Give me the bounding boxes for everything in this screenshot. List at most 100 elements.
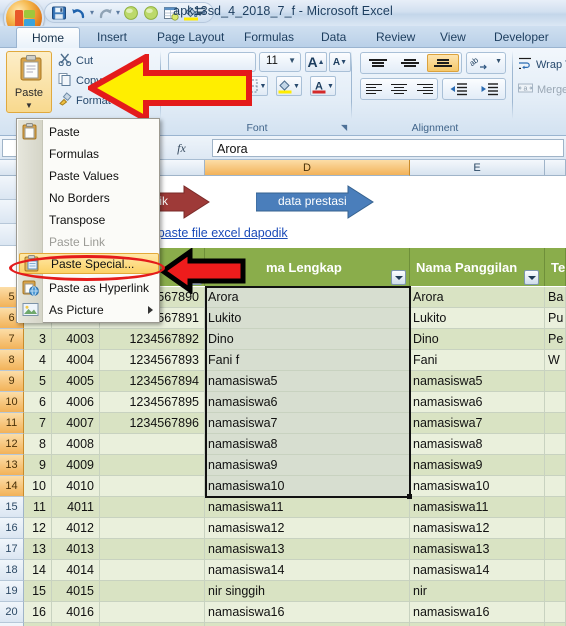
menu-item-paste-as-hyperlink[interactable]: Paste as Hyperlink (18, 277, 160, 298)
cell-nama-lengkap-6[interactable]: Lukito (205, 308, 410, 329)
cell-nisn-13[interactable] (100, 455, 205, 476)
orientation-dropdown-icon[interactable]: ▼ (495, 58, 502, 65)
row-header-19[interactable]: 19 (0, 581, 24, 602)
cell-nama-panggilan-12[interactable]: namasiswa8 (410, 434, 545, 455)
cell-no-13[interactable]: 9 (24, 455, 52, 476)
increase-indent-button[interactable] (475, 80, 505, 98)
cell-no-15[interactable]: 11 (24, 497, 52, 518)
cell-nisn-12[interactable] (100, 434, 205, 455)
cell-tempat-10[interactable] (545, 392, 566, 413)
cell-tempat-19[interactable] (545, 581, 566, 602)
table-header-tempat[interactable]: Te (545, 248, 566, 286)
cell-nama-lengkap-12[interactable]: namasiswa8 (205, 434, 410, 455)
top-align-button[interactable] (363, 54, 393, 72)
cell-no-18[interactable]: 14 (24, 560, 52, 581)
menu-item-paste[interactable]: Paste (18, 121, 160, 142)
cell-nama-lengkap-13[interactable]: namasiswa9 (205, 455, 410, 476)
merge-center-command[interactable]: a Merge & Ce (518, 82, 566, 98)
cell-nisn-16[interactable] (100, 518, 205, 539)
font-dialog-launcher[interactable]: ◥ (341, 123, 347, 132)
row-header-7[interactable]: 7 (0, 329, 24, 350)
cell-nisn-15[interactable] (100, 497, 205, 518)
row-header-13[interactable]: 13 (0, 455, 24, 476)
row-header-20[interactable]: 20 (0, 602, 24, 623)
wrap-text-command[interactable]: Wrap Text (518, 56, 566, 73)
row-header-17[interactable]: 17 (0, 539, 24, 560)
cell-tempat-20[interactable] (545, 602, 566, 623)
font-size-dropdown-icon[interactable]: ▼ (288, 56, 296, 65)
cell-nisn-8[interactable]: 1234567893 (100, 350, 205, 371)
menu-item-transpose[interactable]: Transpose (18, 209, 160, 230)
cell-nama-panggilan-20[interactable]: namasiswa16 (410, 602, 545, 623)
cell-tempat-13[interactable] (545, 455, 566, 476)
cell-nisn-14[interactable] (100, 476, 205, 497)
row-header-11[interactable]: 11 (0, 413, 24, 434)
cell-nama-lengkap-16[interactable]: namasiswa12 (205, 518, 410, 539)
cell-nisn-18[interactable] (100, 560, 205, 581)
tab-page-layout[interactable]: Page Layout (148, 27, 233, 48)
cell-tempat-12[interactable] (545, 434, 566, 455)
cell-nama-panggilan-14[interactable]: namasiswa10 (410, 476, 545, 497)
cell-nama-panggilan-5[interactable]: Arora (410, 287, 545, 308)
row-header-12[interactable]: 12 (0, 434, 24, 455)
cell-nis-13[interactable]: 4009 (52, 455, 100, 476)
cell-nama-panggilan-7[interactable]: Dino (410, 329, 545, 350)
cell-nis-15[interactable]: 4011 (52, 497, 100, 518)
cell-no-17[interactable]: 13 (24, 539, 52, 560)
align-center-button[interactable] (387, 80, 411, 98)
cell-no-9[interactable]: 5 (24, 371, 52, 392)
menu-item-formulas[interactable]: Formulas (18, 143, 160, 164)
cell-no-19[interactable]: 15 (24, 581, 52, 602)
cell-nama-lengkap-8[interactable]: Fani f (205, 350, 410, 371)
paste-dropdown-menu[interactable]: Paste Formulas Paste Values No Borders T… (16, 118, 160, 323)
cell-nisn-19[interactable] (100, 581, 205, 602)
tab-view[interactable]: View (431, 27, 475, 48)
menu-item-as-picture[interactable]: As Picture (18, 299, 160, 320)
cell-nama-panggilan-13[interactable]: namasiswa9 (410, 455, 545, 476)
fill-color-button[interactable]: ▼ (276, 76, 302, 96)
cell-tempat-6[interactable]: Pu (545, 308, 566, 329)
decrease-indent-button[interactable] (444, 80, 474, 98)
align-right-button[interactable] (413, 80, 437, 98)
cell-nis-12[interactable]: 4008 (52, 434, 100, 455)
cell-nama-lengkap-19[interactable]: nir singgih (205, 581, 410, 602)
cell-no-8[interactable]: 4 (24, 350, 52, 371)
column-header-e[interactable]: E (410, 160, 545, 176)
cell-no-14[interactable]: 10 (24, 476, 52, 497)
cell-nama-panggilan-11[interactable]: namasiswa7 (410, 413, 545, 434)
cell-nisn-17[interactable] (100, 539, 205, 560)
tab-home[interactable]: Home (16, 27, 80, 48)
cell-nama-lengkap-9[interactable]: namasiswa5 (205, 371, 410, 392)
row-header-14[interactable]: 14 (0, 476, 24, 497)
cell-tempat-14[interactable] (545, 476, 566, 497)
cell-nama-panggilan-19[interactable]: nir (410, 581, 545, 602)
row-header-16[interactable]: 16 (0, 518, 24, 539)
cell-nis-10[interactable]: 4006 (52, 392, 100, 413)
cell-no-12[interactable]: 8 (24, 434, 52, 455)
cell-nis-20[interactable]: 4016 (52, 602, 100, 623)
cell-no-10[interactable]: 6 (24, 392, 52, 413)
cell-tempat-16[interactable] (545, 518, 566, 539)
cell-no-16[interactable]: 12 (24, 518, 52, 539)
cell-no-11[interactable]: 7 (24, 413, 52, 434)
cell-tempat-5[interactable]: Ba (545, 287, 566, 308)
cell-nama-lengkap-17[interactable]: namasiswa13 (205, 539, 410, 560)
row-header-15[interactable]: 15 (0, 497, 24, 518)
cell-nisn-7[interactable]: 1234567892 (100, 329, 205, 350)
cell-nisn-11[interactable]: 1234567896 (100, 413, 205, 434)
cell-nama-lengkap-14[interactable]: namasiswa10 (205, 476, 410, 497)
cell-nis-17[interactable]: 4013 (52, 539, 100, 560)
cell-tempat-9[interactable] (545, 371, 566, 392)
formula-input[interactable]: Arora (212, 139, 564, 157)
cell-nis-11[interactable]: 4007 (52, 413, 100, 434)
cell-nisn-10[interactable]: 1234567895 (100, 392, 205, 413)
cell-nama-panggilan-8[interactable]: Fani (410, 350, 545, 371)
cell-tempat-11[interactable] (545, 413, 566, 434)
font-size-box[interactable]: 11 ▼ (259, 52, 301, 72)
cell-nis-9[interactable]: 4005 (52, 371, 100, 392)
row-header-18[interactable]: 18 (0, 560, 24, 581)
cell-nama-lengkap-18[interactable]: namasiswa14 (205, 560, 410, 581)
middle-align-button[interactable] (395, 54, 425, 72)
cell-nama-panggilan-10[interactable]: namasiswa6 (410, 392, 545, 413)
menu-item-paste-values[interactable]: Paste Values (18, 165, 160, 186)
